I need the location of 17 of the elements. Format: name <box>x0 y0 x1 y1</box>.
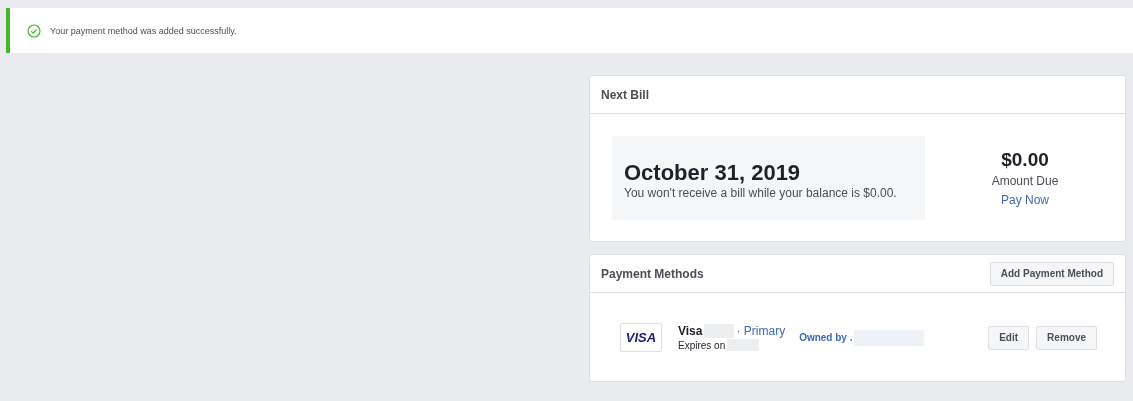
card-title: Payment Methods <box>601 266 704 281</box>
primary-label: · Primary <box>736 324 786 338</box>
bill-note: You won't receive a bill while your balance is $0.00. <box>624 186 898 200</box>
amount-label: Amount Due <box>991 174 1059 188</box>
card-logo: VISA <box>620 323 662 352</box>
success-message: Your payment method was added successfully. <box>50 25 237 36</box>
add-payment-method-button[interactable]: Add Payment Method <box>989 261 1114 286</box>
pay-now-link[interactable]: Pay Now <box>1001 193 1049 207</box>
owner-label: Owned by . <box>799 332 853 343</box>
edit-button[interactable]: Edit <box>988 325 1030 350</box>
expiry-label: Expires on <box>678 339 726 351</box>
bill-date: October 31, 2019 <box>624 160 802 186</box>
check-circle-icon <box>27 23 41 38</box>
remove-button[interactable]: Remove <box>1036 325 1097 350</box>
amount-value: $0.00 <box>1001 149 1049 171</box>
card-title: Next Bill <box>601 87 649 102</box>
card-name: Visa <box>678 324 703 338</box>
